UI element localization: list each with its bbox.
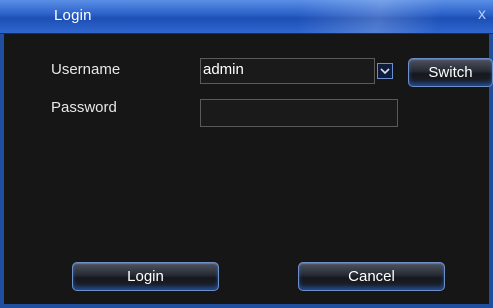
login-button[interactable]: Login [72,262,219,291]
cancel-button[interactable]: Cancel [298,262,445,291]
close-icon[interactable]: x [478,4,493,26]
title-bar-shine [300,0,493,33]
username-select[interactable]: admin [200,58,375,84]
title-bar[interactable]: Login x [0,0,493,34]
switch-button[interactable]: Switch [408,58,493,87]
login-dialog: Login x Username admin Switch Password L… [0,0,493,308]
password-label: Password [51,99,117,116]
password-field[interactable] [200,99,398,127]
chevron-down-icon[interactable] [377,63,393,79]
username-label: Username [51,61,121,78]
dialog-title: Login [54,7,92,24]
